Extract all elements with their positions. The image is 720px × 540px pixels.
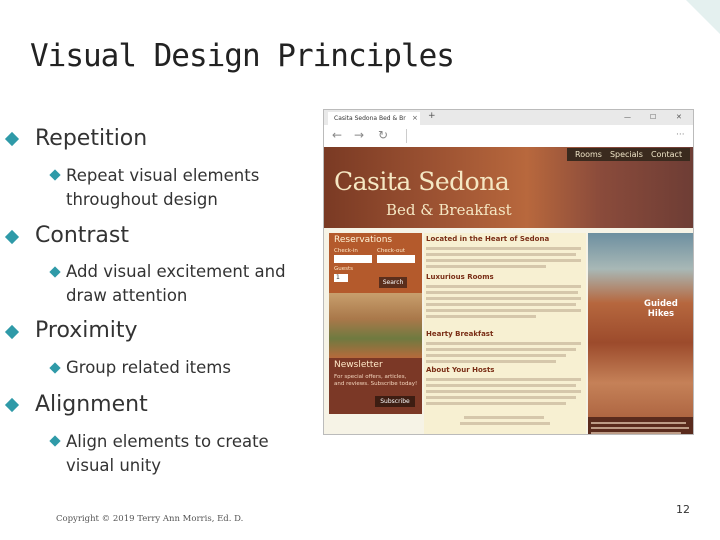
reload-icon[interactable]: ↻ xyxy=(378,128,388,142)
page-number: 12 xyxy=(676,503,690,516)
guided-hikes-label: Guided Hikes xyxy=(644,299,678,319)
caption-line xyxy=(591,422,686,424)
site-logo-subtitle: Bed & Breakfast xyxy=(386,201,512,219)
copyright-footer: Copyright © 2019 Terry Ann Morris, Ed. D… xyxy=(56,514,244,524)
search-button[interactable]: Search xyxy=(379,277,407,288)
footer-line xyxy=(464,416,544,419)
minimize-icon[interactable]: — xyxy=(624,113,631,121)
newsletter-text-line1: For special offers, articles, xyxy=(334,374,407,380)
site-nav: Rooms Specials Contact xyxy=(567,148,691,161)
bullet-diamond-icon xyxy=(4,229,20,245)
section-heading-rooms: Luxurious Rooms xyxy=(426,273,494,281)
website-page: Rooms Specials Contact Casita Sedona Bed &… xyxy=(324,147,693,434)
caption-line xyxy=(591,427,689,429)
corner-decoration xyxy=(686,0,720,34)
sub-bullet-proximity: Group related items xyxy=(66,358,231,377)
checkout-input[interactable] xyxy=(377,255,415,263)
forward-icon[interactable]: → xyxy=(354,128,364,142)
newsletter-text-line2: and reviews. Subscribe today! xyxy=(334,381,418,387)
sub-bullet-diamond-icon xyxy=(49,266,61,278)
subscribe-button[interactable]: Subscribe xyxy=(375,396,415,407)
text-line xyxy=(426,303,576,306)
text-line xyxy=(426,291,578,294)
text-line xyxy=(426,348,576,351)
newsletter-panel: Newsletter For special offers, articles,… xyxy=(329,358,422,414)
text-line xyxy=(426,342,581,345)
text-line xyxy=(426,265,546,268)
text-line xyxy=(426,285,581,288)
text-line xyxy=(426,259,581,262)
address-bar[interactable] xyxy=(406,129,595,143)
text-line xyxy=(426,390,581,393)
browser-tab-bar: Casita Sedona Bed & Br × + — ☐ ✕ xyxy=(324,110,693,125)
adobe-house-photo xyxy=(329,293,422,358)
section-heading-located: Located in the Heart of Sedona xyxy=(426,235,550,243)
text-line xyxy=(426,253,576,256)
reservations-heading: Reservations xyxy=(334,235,393,245)
maximize-icon[interactable]: ☐ xyxy=(650,113,656,121)
text-line xyxy=(426,247,581,250)
bullet-contrast: Contrast xyxy=(35,223,130,248)
newsletter-heading: Newsletter xyxy=(334,360,383,370)
text-line xyxy=(426,315,536,318)
sub-bullet-repetition: Repeat visual elements throughout design xyxy=(66,166,260,209)
guests-select[interactable]: 1 xyxy=(334,274,348,282)
text-line xyxy=(426,378,581,381)
sub-bullet-diamond-icon xyxy=(49,435,61,447)
browser-screenshot: Casita Sedona Bed & Br × + — ☐ ✕ ← → ↻ ·… xyxy=(323,109,694,435)
section-heading-breakfast: Hearty Breakfast xyxy=(426,330,494,338)
guided-hikes-text: Guided Hikes xyxy=(644,299,678,319)
text-line xyxy=(426,360,556,363)
more-menu-icon[interactable]: ··· xyxy=(676,130,685,140)
browser-tab[interactable]: Casita Sedona Bed & Br xyxy=(328,112,420,125)
nav-contact[interactable]: Contact xyxy=(651,150,682,159)
slide-title: Visual Design Principles xyxy=(30,38,455,74)
hikes-caption xyxy=(588,417,693,434)
section-heading-hosts: About Your Hosts xyxy=(426,366,495,374)
sub-bullet-diamond-icon xyxy=(49,362,61,374)
bullet-diamond-icon xyxy=(4,397,20,413)
back-icon[interactable]: ← xyxy=(332,128,342,142)
close-window-icon[interactable]: ✕ xyxy=(676,113,682,121)
text-line xyxy=(426,354,566,357)
checkin-label: Check-in xyxy=(334,248,358,254)
reservations-panel: Reservations Check-in Check-out Guests 1… xyxy=(329,233,422,293)
site-logo-title: Casita Sedona xyxy=(334,167,510,196)
text-line xyxy=(426,396,576,399)
text-line xyxy=(426,297,581,300)
bullet-proximity: Proximity xyxy=(35,318,138,343)
tab-close-icon[interactable]: × xyxy=(412,112,418,125)
checkout-label: Check-out xyxy=(377,248,406,254)
bullet-diamond-icon xyxy=(4,131,20,147)
checkin-input[interactable] xyxy=(334,255,372,263)
nav-specials[interactable]: Specials xyxy=(610,150,643,159)
caption-line xyxy=(591,432,681,434)
red-rocks-photo xyxy=(588,233,693,433)
sub-bullet-diamond-icon xyxy=(49,169,61,181)
bullet-alignment: Alignment xyxy=(35,392,148,417)
nav-rooms[interactable]: Rooms xyxy=(575,150,602,159)
main-content: Located in the Heart of Sedona Luxurious… xyxy=(424,233,586,434)
text-line xyxy=(426,384,576,387)
browser-toolbar: ← → ↻ ··· xyxy=(324,125,693,148)
guests-label: Guests xyxy=(334,266,354,272)
text-line xyxy=(426,402,566,405)
footer-line xyxy=(460,422,550,425)
sub-bullet-alignment: Align elements to create visual unity xyxy=(66,432,269,475)
bullet-diamond-icon xyxy=(4,324,20,340)
bullet-repetition: Repetition xyxy=(35,126,148,151)
new-tab-icon[interactable]: + xyxy=(428,111,436,121)
text-line xyxy=(426,309,581,312)
sub-bullet-contrast: Add visual excitement and draw attention xyxy=(66,262,286,305)
